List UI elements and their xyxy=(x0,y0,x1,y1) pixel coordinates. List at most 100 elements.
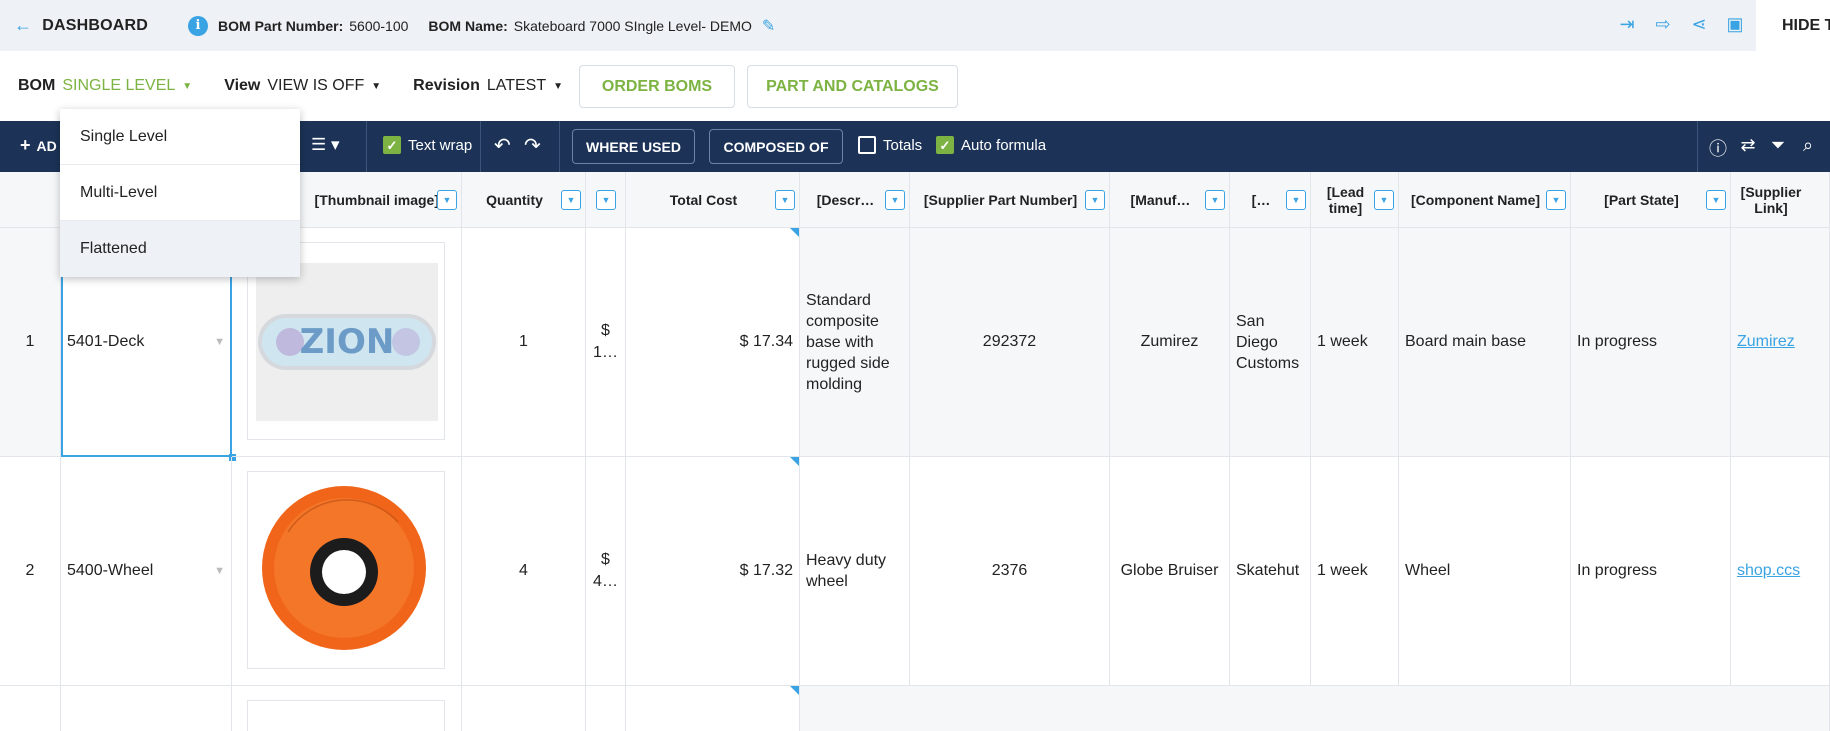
part-state-header[interactable]: [Part State] ▼ xyxy=(1571,172,1731,228)
swap-icon[interactable]: ⇄ xyxy=(1738,135,1758,161)
supplier-cell[interactable]: San Diego Customs xyxy=(1230,228,1311,457)
row-number: 1 xyxy=(0,228,61,457)
unit-cost-cell[interactable]: $ 4… xyxy=(586,457,626,686)
edit-pencil-icon[interactable]: ✎ xyxy=(762,16,775,36)
column-filter-icon[interactable]: ▼ xyxy=(596,190,616,210)
where-used-button[interactable]: WHERE USED xyxy=(572,129,695,164)
bom-level-select[interactable]: BOM SINGLE LEVEL ▼ xyxy=(18,77,192,95)
formula-marker-icon xyxy=(790,228,799,237)
column-filter-icon[interactable]: ▼ xyxy=(1085,190,1105,210)
cell-dropdown-icon[interactable]: ▼ xyxy=(214,336,225,348)
total-cost-header[interactable]: Total Cost ▼ xyxy=(626,172,800,228)
supplier-link[interactable]: Zumirez xyxy=(1737,333,1795,351)
hide-panel-button[interactable]: HIDE T xyxy=(1756,0,1830,51)
option-flattened[interactable]: Flattened xyxy=(60,221,300,277)
cell-dropdown-icon[interactable]: ▼ xyxy=(214,565,225,577)
total-cost-cell[interactable]: $ 17.32 xyxy=(626,457,800,686)
import-icon[interactable]: ⇥ xyxy=(1616,14,1638,35)
option-single-level[interactable]: Single Level xyxy=(60,109,300,165)
description-cell[interactable]: Heavy duty wheel xyxy=(800,457,910,686)
unit-cost-header[interactable]: ▼ xyxy=(586,172,626,228)
supplier-link-cell[interactable]: Zumirez xyxy=(1731,228,1830,457)
totals-toggle[interactable]: Totals xyxy=(858,136,922,154)
supplier-header[interactable]: [… ▼ xyxy=(1230,172,1311,228)
supplier-part-cell[interactable]: 292372 xyxy=(910,228,1110,457)
column-filter-icon[interactable]: ▼ xyxy=(1286,190,1306,210)
composed-of-button[interactable]: COMPOSED OF xyxy=(709,129,843,164)
column-filter-icon[interactable]: ▼ xyxy=(437,190,457,210)
supplier-link[interactable]: shop.ccs xyxy=(1737,562,1800,580)
column-filter-icon[interactable]: ▼ xyxy=(1546,190,1566,210)
divider xyxy=(480,121,481,172)
column-filter-icon[interactable]: ▼ xyxy=(775,190,795,210)
part-number-cell[interactable]: 5400-Wheel ▼ xyxy=(61,457,232,686)
column-filter-icon[interactable]: ▼ xyxy=(1374,190,1394,210)
column-filter-icon[interactable]: ▼ xyxy=(1706,190,1726,210)
order-boms-button[interactable]: ORDER BOMS xyxy=(579,65,735,108)
quantity-cell[interactable]: 4 xyxy=(462,457,586,686)
part-state-cell[interactable]: In progress xyxy=(1571,457,1731,686)
supplier-part-header[interactable]: [Supplier Part Number] ▼ xyxy=(910,172,1110,228)
row-number: 2 xyxy=(0,457,61,686)
supplier-cell[interactable]: Skatehut xyxy=(1230,457,1311,686)
component-name-header[interactable]: [Component Name] ▼ xyxy=(1399,172,1571,228)
column-filter-icon[interactable]: ▼ xyxy=(885,190,905,210)
thumbnail-cell[interactable] xyxy=(232,686,462,731)
info-icon[interactable]: i xyxy=(188,15,209,36)
component-name-cell[interactable]: Wheel xyxy=(1399,457,1571,686)
total-cost-cell[interactable]: $ 17.34 xyxy=(626,228,800,457)
lead-time-header[interactable]: [Lead time] ▼ xyxy=(1311,172,1399,228)
manufacturer-header[interactable]: [Manuf… ▼ xyxy=(1110,172,1230,228)
description-cell[interactable]: Standard composite base with rugged side… xyxy=(800,228,910,457)
wheel-image xyxy=(262,486,426,650)
checkbox-checked-icon[interactable] xyxy=(383,136,401,154)
redo-icon[interactable]: ↷ xyxy=(524,133,541,158)
part-number-cell[interactable] xyxy=(61,686,232,731)
supplier-link-cell[interactable]: shop.ccs xyxy=(1731,457,1830,686)
quantity-cell[interactable] xyxy=(462,686,586,731)
supplier-link-header[interactable]: [Supplier Link] xyxy=(1731,172,1830,228)
quantity-cell[interactable]: 1 xyxy=(462,228,586,457)
add-row-button[interactable]: + AD xyxy=(20,135,57,156)
unit-cost-cell[interactable]: $ 1… xyxy=(586,228,626,457)
checkbox-checked-icon[interactable] xyxy=(936,136,954,154)
parts-catalogs-button[interactable]: PART AND CATALOGS xyxy=(747,65,958,108)
filter-icon[interactable]: ⏷ xyxy=(1768,135,1788,161)
view-select[interactable]: View VIEW IS OFF ▼ xyxy=(224,77,381,95)
unit-cost-cell[interactable] xyxy=(586,686,626,731)
save-icon[interactable]: ▣ xyxy=(1724,14,1746,35)
option-multi-level[interactable]: Multi-Level xyxy=(60,165,300,221)
align-menu-icon[interactable]: ☰ ▾ xyxy=(311,135,340,155)
view-label: View xyxy=(224,77,261,94)
remaining-cells[interactable] xyxy=(800,686,1830,731)
supplier-part-cell[interactable]: 2376 xyxy=(910,457,1110,686)
manufacturer-cell[interactable]: Zumirez xyxy=(1110,228,1230,457)
share-icon[interactable]: ⋖ xyxy=(1688,14,1710,35)
chevron-down-icon: ▼ xyxy=(553,80,564,92)
bom-name: BOM Name: Skateboard 7000 SIngle Level- … xyxy=(428,16,775,36)
description-header[interactable]: [Descr… ▼ xyxy=(800,172,910,228)
export-icon[interactable]: ⇨ xyxy=(1652,14,1674,35)
checkbox-unchecked-icon[interactable] xyxy=(858,136,876,154)
search-icon[interactable]: ⌕ xyxy=(1798,135,1818,161)
column-filter-icon[interactable]: ▼ xyxy=(561,190,581,210)
quantity-header[interactable]: Quantity ▼ xyxy=(462,172,586,228)
info-circle-icon[interactable]: ⓘ xyxy=(1708,135,1728,161)
divider xyxy=(366,121,367,172)
lead-time-cell[interactable]: 1 week xyxy=(1311,457,1399,686)
manufacturer-cell[interactable]: Globe Bruiser xyxy=(1110,457,1230,686)
revision-select[interactable]: Revision LATEST ▼ xyxy=(413,77,563,95)
back-to-dashboard[interactable]: ← DASHBOARD xyxy=(14,15,148,36)
text-wrap-toggle[interactable]: Text wrap xyxy=(383,136,472,154)
thumbnail-cell[interactable] xyxy=(232,457,462,686)
auto-formula-toggle[interactable]: Auto formula xyxy=(936,136,1046,154)
view-value: VIEW IS OFF xyxy=(267,77,365,94)
component-name-cell[interactable]: Board main base xyxy=(1399,228,1571,457)
column-filter-icon[interactable]: ▼ xyxy=(1205,190,1225,210)
part-state-cell[interactable]: In progress xyxy=(1571,228,1731,457)
total-cost-cell[interactable] xyxy=(626,686,800,731)
undo-icon[interactable]: ↶ xyxy=(494,133,511,158)
lead-time-cell[interactable]: 1 week xyxy=(1311,228,1399,457)
text-wrap-label: Text wrap xyxy=(408,136,473,154)
dashboard-label: DASHBOARD xyxy=(42,16,149,34)
